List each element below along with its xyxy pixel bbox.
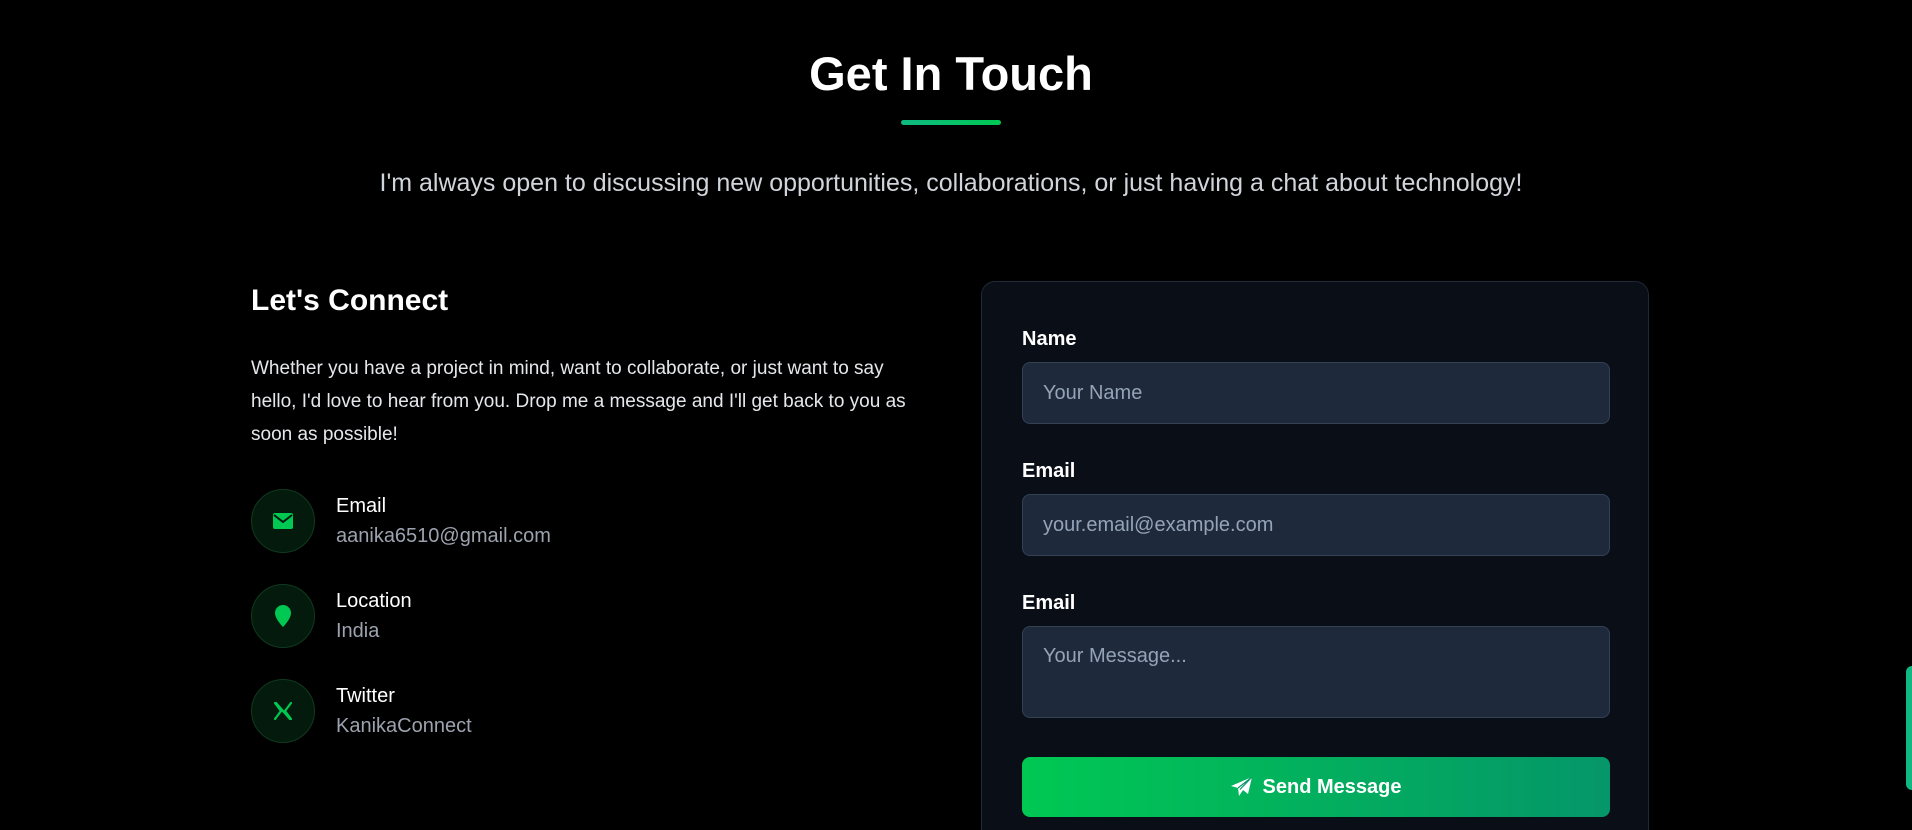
send-message-label: Send Message: [1262, 775, 1402, 798]
envelope-icon: [251, 489, 315, 553]
contact-value[interactable]: KanikaConnect: [336, 713, 472, 739]
connect-title: Let's Connect: [251, 284, 449, 317]
contact-label: Email: [336, 495, 387, 517]
edge-scroll-tab[interactable]: [1906, 666, 1912, 790]
contact-value[interactable]: aanika6510@gmail.com: [336, 523, 551, 549]
title-underline: [901, 120, 1001, 125]
name-label: Name: [1022, 328, 1077, 350]
contact-label: Location: [336, 590, 412, 612]
send-message-button[interactable]: Send Message: [1022, 757, 1610, 817]
contact-item-twitter: Twitter KanikaConnect: [251, 679, 751, 745]
paper-plane-icon: [1230, 777, 1252, 796]
contact-section: Get In Touch I'm always open to discussi…: [0, 0, 1912, 830]
name-input[interactable]: [1022, 362, 1610, 424]
message-label: Email: [1022, 592, 1076, 614]
section-subtitle: I'm always open to discussing new opport…: [379, 169, 1523, 197]
contact-item-location: Location India: [251, 584, 751, 650]
contact-value: India: [336, 620, 380, 642]
contact-item-email: Email aanika6510@gmail.com: [251, 489, 751, 555]
contact-label: Twitter: [336, 685, 395, 707]
map-pin-icon: [251, 584, 315, 648]
contact-form: Name Email Email Send Message: [981, 281, 1649, 830]
connect-description: Whether you have a project in mind, want…: [251, 358, 906, 445]
section-title: Get In Touch: [809, 47, 1093, 100]
email-input[interactable]: [1022, 494, 1610, 556]
x-twitter-icon: [251, 679, 315, 743]
message-textarea[interactable]: [1022, 626, 1610, 718]
email-label: Email: [1022, 460, 1076, 482]
